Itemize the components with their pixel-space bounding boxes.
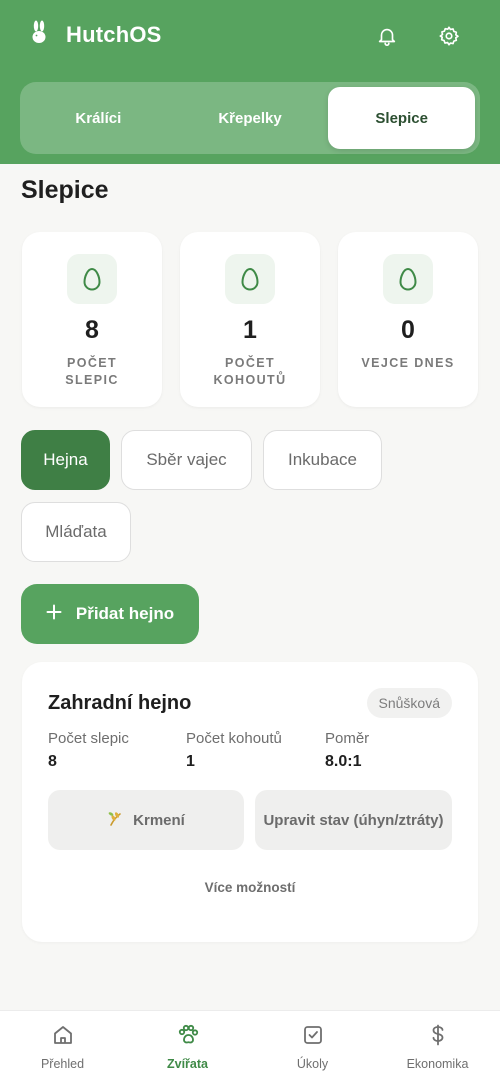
stat-card-eggs-today: 0 VEJCE DNES [338,232,478,407]
feeding-button[interactable]: Krmení [48,790,244,850]
app-header: HutchOS Králíci Křepelky Slepice [0,0,500,164]
dollar-icon [426,1023,450,1052]
nav-label: Ekonomika [406,1057,469,1071]
bell-icon[interactable] [371,20,403,52]
filter-mladata[interactable]: Mláďata [21,502,131,562]
bottom-nav: Přehled Zvířata Úkoly Ekonomika [0,1010,500,1082]
nav-label: Úkoly [296,1057,329,1071]
egg-icon [383,254,433,304]
add-flock-label: Přidat hejno [75,604,175,623]
grain-icon [107,809,125,831]
field-roosters: Počet kohoutů 1 [186,730,282,771]
nav-ekonomika[interactable]: Ekonomika [375,1011,500,1082]
nav-label: Přehled [40,1057,85,1071]
add-flock-button[interactable]: Přidat hejno [21,584,199,644]
feeding-label: Krmení [133,811,185,829]
flock-type-badge: Snůšková [366,688,452,718]
nav-zvirata[interactable]: Zvířata [125,1011,250,1082]
paw-icon [176,1023,200,1052]
filter-hejna[interactable]: Hejna [21,430,110,490]
checkbox-icon [301,1023,325,1052]
flock-card: Zahradní hejno Snůšková Počet slepic 8 P… [22,662,478,942]
stat-card-roosters: 1 POČET KOHOUTŮ [180,232,320,407]
field-value: 1 [186,753,195,770]
filter-inkubace[interactable]: Inkubace [263,430,382,490]
field-label: Poměr [325,730,370,747]
stat-label: POČET SLEPIC [65,356,119,387]
field-label: Počet slepic [48,730,129,747]
home-icon [51,1023,75,1052]
nav-ukoly[interactable]: Úkoly [250,1011,375,1082]
field-value: 8 [48,753,57,770]
egg-icon [225,254,275,304]
field-ratio: Poměr 8.0:1 [325,730,369,771]
filter-sber-vajec[interactable]: Sběr vajec [121,430,252,490]
animal-tabs: Králíci Křepelky Slepice [20,82,480,154]
more-options-link[interactable]: Více možností [22,880,478,895]
tab-kralici[interactable]: Králíci [25,87,172,149]
rabbit-icon [28,20,50,49]
plus-icon [46,604,62,625]
nav-prehled[interactable]: Přehled [0,1011,125,1082]
stat-card-hens: 8 POČET SLEPIC [22,232,162,407]
app-name: HutchOS [66,21,162,47]
tab-krepelky[interactable]: Křepelky [177,87,324,149]
stat-value: 1 [243,316,257,344]
brand: HutchOS [28,20,162,49]
nav-label: Zvířata [167,1057,208,1071]
stat-value: 0 [401,316,415,344]
page-title: Slepice [21,176,109,204]
update-status-button[interactable]: Upravit stav (úhyn/ztráty) [255,790,452,850]
stat-label: POČET KOHOUTŮ [213,356,287,387]
field-label: Počet kohoutů [186,730,282,747]
flock-title: Zahradní hejno [48,692,192,714]
gear-icon[interactable] [433,20,465,52]
field-value: 8.0:1 [325,753,362,770]
egg-icon [67,254,117,304]
stat-label: VEJCE DNES [361,356,455,370]
stat-value: 8 [85,316,99,344]
field-hens: Počet slepic 8 [48,730,129,771]
tab-slepice[interactable]: Slepice [328,87,476,149]
